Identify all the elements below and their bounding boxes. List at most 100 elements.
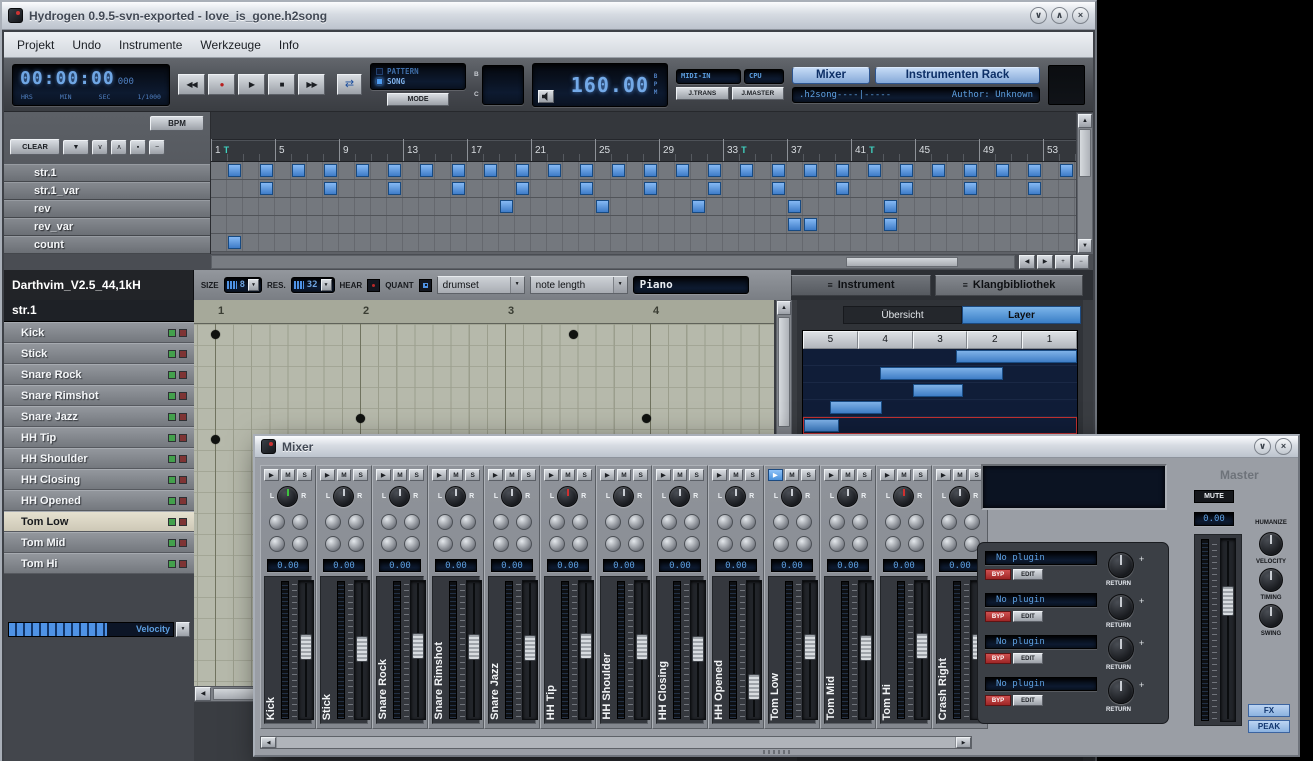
move-pattern-up-button[interactable]: ∧ — [111, 140, 127, 155]
song-cell[interactable] — [659, 180, 675, 197]
song-cell[interactable] — [835, 198, 851, 215]
instrument-rack-toggle-button[interactable]: Instrumenten Rack — [875, 67, 1040, 84]
song-cell[interactable] — [419, 180, 435, 197]
song-cell[interactable] — [851, 198, 867, 215]
song-cell[interactable] — [851, 180, 867, 197]
channel-play-button[interactable]: ▶ — [880, 469, 895, 481]
song-cell[interactable] — [787, 216, 803, 233]
song-cell[interactable] — [771, 216, 787, 233]
song-cell[interactable] — [499, 234, 515, 251]
song-cell[interactable] — [771, 234, 787, 251]
song-cell[interactable] — [499, 162, 515, 179]
channel-mute-button[interactable]: M — [953, 469, 968, 481]
song-cell[interactable] — [515, 234, 531, 251]
tab-sound-library[interactable]: ≡ Klangbibliothek — [935, 275, 1083, 296]
fx-send-knob[interactable] — [381, 536, 397, 552]
song-cell[interactable] — [227, 198, 243, 215]
song-cell[interactable] — [883, 234, 899, 251]
scroll-right-button[interactable]: ▶ — [1037, 255, 1053, 269]
song-cell[interactable] — [291, 162, 307, 179]
timeline-mark-9[interactable]: 9 — [339, 139, 403, 161]
song-cell[interactable] — [659, 198, 675, 215]
song-cell[interactable] — [771, 198, 787, 215]
song-cell[interactable] — [211, 162, 227, 179]
instrument-row[interactable]: Tom Low — [4, 511, 194, 532]
song-cell[interactable] — [611, 234, 627, 251]
song-cell[interactable] — [979, 162, 995, 179]
resize-grip[interactable] — [763, 750, 791, 754]
show-peaks-button[interactable]: PEAK — [1248, 720, 1290, 733]
song-cell[interactable] — [947, 198, 963, 215]
song-cell[interactable] — [515, 162, 531, 179]
humanize-timing-knob[interactable] — [1259, 568, 1283, 592]
fx-send-knob[interactable] — [549, 514, 565, 530]
menu-instrumente[interactable]: Instrumente — [110, 35, 191, 55]
fx-send-knob[interactable] — [661, 536, 677, 552]
song-cell[interactable] — [339, 234, 355, 251]
close-button[interactable]: × — [1072, 7, 1089, 24]
mixer-horizontal-scrollbar[interactable]: ◀ ▶ — [260, 736, 972, 749]
song-cell[interactable] — [211, 216, 227, 233]
channel-mute-button[interactable]: M — [393, 469, 408, 481]
scroll-left-button[interactable]: ◀ — [195, 687, 211, 701]
fader-handle[interactable] — [636, 634, 648, 660]
layer-header-cell[interactable]: 4 — [858, 331, 913, 349]
song-cell[interactable] — [243, 234, 259, 251]
channel-solo-button[interactable]: S — [857, 469, 872, 481]
song-cell[interactable] — [371, 234, 387, 251]
size-dropdown-icon[interactable]: ▼ — [248, 279, 259, 291]
song-cell[interactable] — [883, 180, 899, 197]
song-cell[interactable] — [739, 180, 755, 197]
mute-led[interactable] — [168, 329, 176, 337]
note-length-dropdown-icon[interactable]: ▼ — [613, 277, 627, 293]
song-cell[interactable] — [995, 234, 1011, 251]
song-cell[interactable] — [803, 234, 819, 251]
song-cell[interactable] — [275, 180, 291, 197]
song-cell[interactable] — [579, 216, 595, 233]
pan-knob[interactable] — [277, 486, 298, 507]
timeline-mark-53[interactable]: 53 — [1043, 139, 1076, 161]
song-cell[interactable] — [227, 216, 243, 233]
show-fx-button[interactable]: FX — [1248, 704, 1290, 717]
fx-send-knob[interactable] — [460, 514, 476, 530]
fx-bypass-button[interactable]: BYP — [985, 569, 1011, 580]
mute-led[interactable] — [168, 518, 176, 526]
song-cell[interactable] — [675, 198, 691, 215]
song-cell[interactable] — [595, 180, 611, 197]
mute-led[interactable] — [168, 455, 176, 463]
tab-instrument[interactable]: ≡ Instrument — [791, 275, 931, 296]
timeline-mark-5[interactable]: 5 — [275, 139, 339, 161]
song-cell[interactable] — [723, 216, 739, 233]
timeline-mark-33[interactable]: 33T — [723, 139, 787, 161]
layer-header-cell[interactable]: 2 — [967, 331, 1022, 349]
speaker-button[interactable] — [538, 90, 554, 103]
resolution-dropdown-icon[interactable]: ▼ — [321, 279, 332, 291]
song-cell[interactable] — [259, 198, 275, 215]
song-cell[interactable] — [483, 234, 499, 251]
song-cell[interactable] — [211, 180, 227, 197]
mute-led[interactable] — [168, 434, 176, 442]
song-cell[interactable] — [723, 180, 739, 197]
song-cell[interactable] — [755, 216, 771, 233]
menu-projekt[interactable]: Projekt — [8, 35, 63, 55]
channel-play-button[interactable]: ▶ — [320, 469, 335, 481]
song-cell[interactable] — [675, 162, 691, 179]
song-cell[interactable] — [691, 180, 707, 197]
channel-solo-button[interactable]: S — [521, 469, 536, 481]
song-cell[interactable] — [787, 180, 803, 197]
song-cell[interactable] — [947, 162, 963, 179]
song-cell[interactable] — [563, 198, 579, 215]
song-cell[interactable] — [835, 180, 851, 197]
song-cell[interactable] — [867, 162, 883, 179]
song-cell[interactable] — [835, 162, 851, 179]
fx-send-knob[interactable] — [348, 514, 364, 530]
song-mode-row[interactable]: SONG — [376, 77, 460, 86]
song-cell[interactable] — [1027, 198, 1043, 215]
fx-send-knob[interactable] — [292, 514, 308, 530]
song-cell[interactable] — [579, 180, 595, 197]
song-cell[interactable] — [995, 216, 1011, 233]
song-cell[interactable] — [979, 216, 995, 233]
song-cell[interactable] — [579, 162, 595, 179]
scroll-right-button[interactable]: ▶ — [956, 737, 971, 748]
song-cell[interactable] — [467, 162, 483, 179]
